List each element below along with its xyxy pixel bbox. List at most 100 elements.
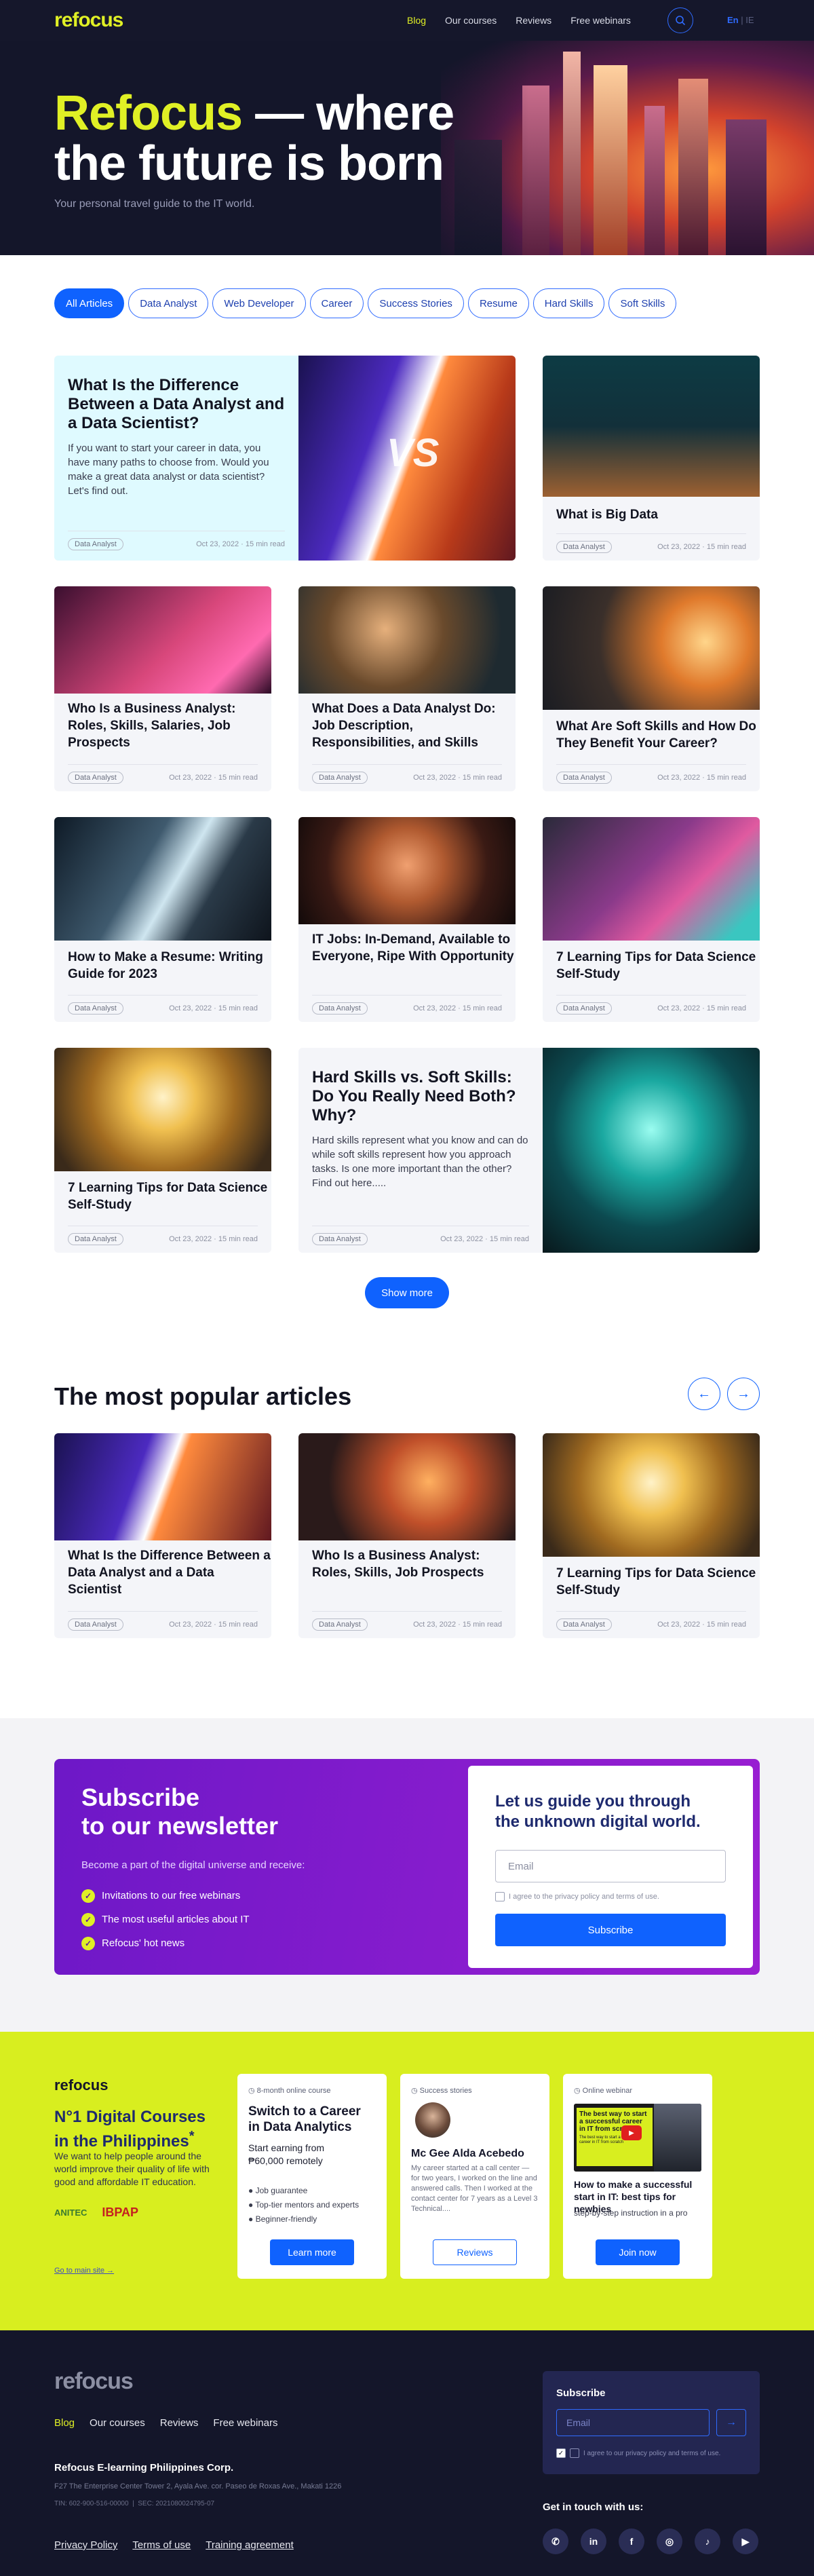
- article-title[interactable]: 7 Learning Tips for Data Science Self-St…: [68, 1179, 271, 1213]
- article-title[interactable]: What Is the Difference Between a Data An…: [68, 1547, 271, 1598]
- footer-nav-blog[interactable]: Blog: [54, 2417, 75, 2429]
- article-title[interactable]: IT Jobs: In-Demand, Available to Everyon…: [312, 931, 516, 965]
- article-card[interactable]: 7 Learning Tips for Data Science Self-St…: [543, 817, 760, 1022]
- article-tag[interactable]: Data Analyst: [68, 538, 123, 550]
- course-features: ● Job guarantee ● Top-tier mentors and e…: [248, 2186, 360, 2224]
- article-tag[interactable]: Data Analyst: [312, 1233, 368, 1245]
- article-card[interactable]: 7 Learning Tips for Data Science Self-St…: [54, 1048, 271, 1253]
- article-date: Oct 23, 2022 · 15 min read: [413, 1004, 502, 1012]
- show-more-button[interactable]: Show more: [365, 1277, 449, 1308]
- reviews-button[interactable]: Reviews: [433, 2239, 517, 2265]
- article-card[interactable]: Who Is a Business Analyst: Roles, Skills…: [54, 586, 271, 791]
- article-tag[interactable]: Data Analyst: [68, 1618, 123, 1631]
- article-card[interactable]: IT Jobs: In-Demand, Available to Everyon…: [298, 817, 516, 1022]
- facebook-icon[interactable]: f: [619, 2528, 644, 2554]
- whatsapp-icon[interactable]: ✆: [543, 2528, 568, 2554]
- play-icon[interactable]: ▶: [621, 2125, 642, 2140]
- refocus-logo[interactable]: refocus: [54, 2077, 108, 2094]
- article-tag[interactable]: Data Analyst: [556, 1618, 612, 1631]
- footer-subscribe-button[interactable]: →: [716, 2409, 746, 2436]
- article-card-featured[interactable]: Hard Skills vs. Soft Skills: Do You Real…: [298, 1048, 760, 1253]
- refocus-logo[interactable]: refocus: [54, 9, 123, 32]
- article-title[interactable]: Who Is a Business Analyst: Roles, Skills…: [312, 1547, 516, 1581]
- article-title[interactable]: 7 Learning Tips for Data Science Self-St…: [556, 949, 760, 983]
- join-now-button[interactable]: Join now: [596, 2239, 680, 2265]
- footer-nav-courses[interactable]: Our courses: [90, 2417, 145, 2429]
- lang-separator: |: [741, 15, 743, 25]
- learn-more-button[interactable]: Learn more: [270, 2239, 354, 2265]
- main-nav: Blog Our courses Reviews Free webinars: [407, 0, 631, 41]
- article-title[interactable]: What is Big Data: [556, 506, 658, 523]
- newsletter-email-input[interactable]: Email: [495, 1850, 726, 1882]
- instagram-icon[interactable]: ◎: [657, 2528, 682, 2554]
- popular-article-card[interactable]: Who Is a Business Analyst: Roles, Skills…: [298, 1433, 516, 1638]
- article-tag[interactable]: Data Analyst: [312, 772, 368, 784]
- nav-blog[interactable]: Blog: [407, 15, 426, 26]
- agree-checkbox-checked[interactable]: ✓: [556, 2448, 566, 2458]
- footer-nav-webinars[interactable]: Free webinars: [213, 2417, 277, 2429]
- article-card-featured[interactable]: What Is the Difference Between a Data An…: [54, 356, 516, 561]
- filter-resume[interactable]: Resume: [467, 288, 529, 318]
- agree-checkbox[interactable]: [495, 1892, 505, 1901]
- terms-of-use-link[interactable]: Terms of use: [132, 2539, 191, 2551]
- article-tag[interactable]: Data Analyst: [312, 1618, 368, 1631]
- article-tag[interactable]: Data Analyst: [312, 1002, 368, 1015]
- arrow-right-icon: →: [737, 1386, 750, 1401]
- article-tag[interactable]: Data Analyst: [556, 1002, 612, 1015]
- footer-email-input[interactable]: Email: [556, 2409, 710, 2436]
- article-title[interactable]: Who Is a Business Analyst: Roles, Skills…: [68, 700, 271, 751]
- filter-hard-skills[interactable]: Hard Skills: [532, 288, 605, 318]
- article-tag[interactable]: Data Analyst: [556, 772, 612, 784]
- newsletter-agree: I agree to the privacy policy and terms …: [495, 1892, 659, 1901]
- youtube-icon[interactable]: ▶: [733, 2528, 758, 2554]
- filter-career[interactable]: Career: [309, 288, 364, 318]
- filter-data-analyst[interactable]: Data Analyst: [128, 288, 209, 318]
- article-card[interactable]: How to Make a Resume: Writing Guide for …: [54, 817, 271, 1022]
- article-title[interactable]: How to Make a Resume: Writing Guide for …: [68, 949, 271, 983]
- filter-web-developer[interactable]: Web Developer: [212, 288, 306, 318]
- footer-logo[interactable]: refocus: [54, 2368, 134, 2395]
- top-navbar: refocus Blog Our courses Reviews Free we…: [0, 0, 814, 41]
- carousel-next-button[interactable]: →: [727, 1378, 760, 1410]
- language-switcher[interactable]: En | IE: [727, 15, 754, 25]
- article-title[interactable]: Hard Skills vs. Soft Skills: Do You Real…: [312, 1068, 529, 1125]
- article-card[interactable]: What is Big Data Data Analyst Oct 23, 202…: [543, 356, 760, 561]
- nav-reviews[interactable]: Reviews: [516, 15, 551, 26]
- article-image: [54, 817, 271, 941]
- nav-free-webinars[interactable]: Free webinars: [570, 15, 631, 26]
- filter-soft-skills[interactable]: Soft Skills: [608, 288, 677, 318]
- search-button[interactable]: [667, 7, 693, 33]
- webinar-thumbnail: The best way to start a successful career…: [574, 2104, 701, 2172]
- article-excerpt: Hard skills represent what you know and …: [312, 1135, 528, 1189]
- subscribe-button[interactable]: Subscribe: [495, 1914, 726, 1946]
- article-card[interactable]: What Does a Data Analyst Do: Job Descrip…: [298, 586, 516, 791]
- story-label: ◷ Success stories: [411, 2087, 472, 2095]
- article-card[interactable]: What Are Soft Skills and How Do They Ben…: [543, 586, 760, 791]
- article-tag[interactable]: Data Analyst: [68, 1002, 123, 1015]
- article-title[interactable]: What Is the Difference Between a Data An…: [68, 376, 285, 433]
- article-title[interactable]: What Does a Data Analyst Do: Job Descrip…: [312, 700, 516, 751]
- article-date: Oct 23, 2022 · 15 min read: [169, 1621, 258, 1629]
- article-tag[interactable]: Data Analyst: [68, 1233, 123, 1245]
- article-tag[interactable]: Data Analyst: [68, 772, 123, 784]
- lang-en[interactable]: En: [727, 15, 739, 25]
- popular-article-card[interactable]: 7 Learning Tips for Data Science Self-St…: [543, 1433, 760, 1638]
- privacy-policy-link[interactable]: Privacy Policy: [54, 2539, 117, 2551]
- main-site-link[interactable]: Go to main site →: [54, 2267, 114, 2275]
- article-title[interactable]: 7 Learning Tips for Data Science Self-St…: [556, 1565, 760, 1599]
- agree-checkbox[interactable]: [570, 2448, 579, 2458]
- lang-other[interactable]: IE: [745, 15, 754, 25]
- nav-our-courses[interactable]: Our courses: [445, 15, 497, 26]
- tiktok-icon[interactable]: ♪: [695, 2528, 720, 2554]
- article-title[interactable]: What Are Soft Skills and How Do They Ben…: [556, 718, 760, 752]
- promo-text: We want to help people around the world …: [54, 2151, 210, 2187]
- carousel-prev-button[interactable]: ←: [688, 1378, 720, 1410]
- footer-subscribe-title: Subscribe: [556, 2387, 606, 2399]
- linkedin-icon[interactable]: in: [581, 2528, 606, 2554]
- popular-article-card[interactable]: What Is the Difference Between a Data An…: [54, 1433, 271, 1638]
- filter-all-articles[interactable]: All Articles: [54, 288, 125, 318]
- training-agreement-link[interactable]: Training agreement: [206, 2539, 294, 2551]
- article-tag[interactable]: Data Analyst: [556, 541, 612, 553]
- footer-nav-reviews[interactable]: Reviews: [160, 2417, 199, 2429]
- filter-success-stories[interactable]: Success Stories: [368, 288, 464, 318]
